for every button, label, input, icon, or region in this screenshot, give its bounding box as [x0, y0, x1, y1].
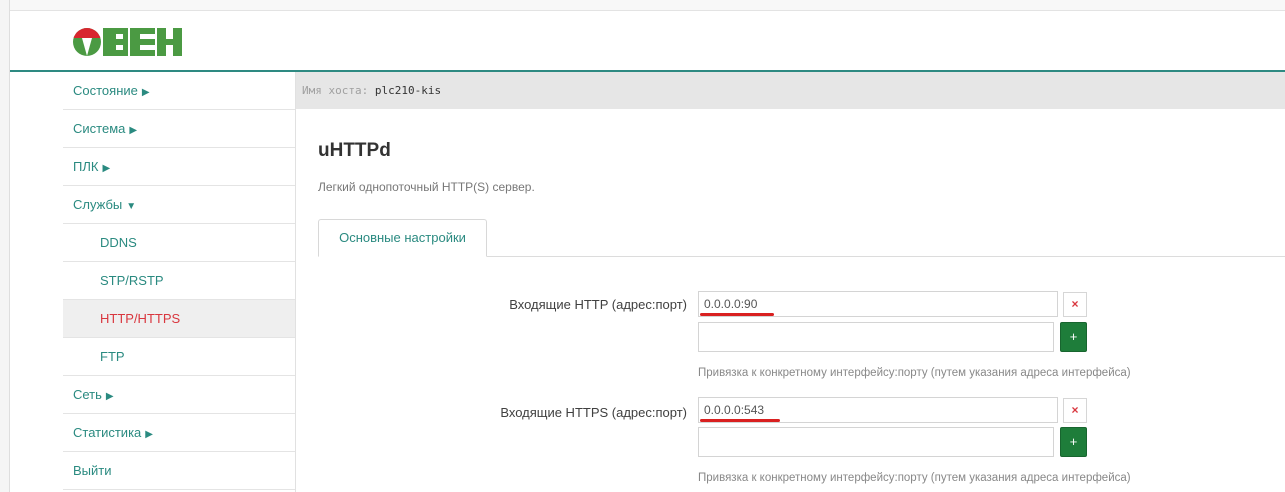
sidebar-item-stp-rstp[interactable]: STP/RSTP: [63, 262, 295, 300]
logo-letter-e: [130, 28, 155, 56]
sidebar-item-status[interactable]: Состояние ▶: [63, 72, 295, 110]
caret-right-icon: ▶: [141, 87, 150, 98]
tab-general-settings[interactable]: Основные настройки: [318, 219, 487, 257]
caret-down-icon: ▼: [126, 201, 137, 212]
page-title: uHTTPd: [318, 140, 391, 161]
caret-right-icon: ▶: [129, 125, 138, 136]
http-hint: Привязка к конкретному интерфейсу:порту …: [698, 367, 1131, 379]
http-listen-label: Входящие HTTP (адрес:порт): [509, 297, 687, 312]
https-value-annotation: [700, 419, 780, 422]
sidebar-item-services[interactable]: Службы ▼: [63, 186, 295, 224]
sidebar-item-plc[interactable]: ПЛК ▶: [63, 148, 295, 186]
sidebar-item-http-https[interactable]: HTTP/HTTPS: [63, 300, 295, 338]
http-add-button[interactable]: +: [1060, 322, 1087, 352]
hostname-label: Имя хоста: plc210-kis: [302, 84, 441, 97]
window-left-edge: [0, 0, 10, 492]
sidebar-item-system[interactable]: Система ▶: [63, 110, 295, 148]
sidebar-item-ddns[interactable]: DDNS: [63, 224, 295, 262]
sidebar-menu: Состояние ▶ Система ▶ ПЛК ▶ Службы ▼ DDNS ST…: [63, 72, 296, 492]
https-add-button[interactable]: +: [1060, 427, 1087, 457]
sidebar-item-label: Статистика: [73, 425, 142, 440]
owen-logo[interactable]: [73, 27, 182, 57]
sidebar-item-statistics[interactable]: Статистика ▶: [63, 414, 295, 452]
hostname-value: plc210-kis: [374, 84, 442, 97]
logo-emblem-icon: [73, 28, 101, 56]
sidebar-item-label: Система: [73, 121, 126, 136]
sidebar-item-label: Сеть: [73, 387, 102, 402]
sidebar-item-logout[interactable]: Выйти: [63, 452, 295, 490]
caret-right-icon: ▶: [102, 163, 111, 174]
logo-letter-b: [103, 28, 128, 56]
header: [10, 11, 1285, 72]
sidebar-item-label: Службы: [73, 197, 123, 212]
caret-right-icon: ▶: [145, 429, 153, 440]
sidebar-item-label: HTTP/HTTPS: [100, 311, 181, 326]
window-top-edge: [0, 0, 1285, 11]
hostname-label-text: Имя хоста:: [302, 84, 369, 97]
sidebar-item-label: FTP: [100, 349, 125, 364]
logo-letter-n: [157, 28, 182, 56]
http-value-annotation: [700, 313, 774, 316]
sidebar-item-label: Выйти: [73, 463, 112, 478]
sidebar-item-network[interactable]: Сеть ▶: [63, 376, 295, 414]
page-description: Легкий однопоточный HTTP(S) сервер.: [318, 180, 535, 194]
sidebar-item-label: STP/RSTP: [100, 273, 164, 288]
sidebar-item-ftp[interactable]: FTP: [63, 338, 295, 376]
sidebar-item-label: Состояние: [73, 83, 138, 98]
http-new-input[interactable]: [698, 322, 1054, 352]
https-new-input[interactable]: [698, 427, 1054, 457]
http-remove-button[interactable]: ×: [1063, 292, 1087, 317]
caret-right-icon: ▶: [105, 391, 114, 402]
sidebar-item-label: DDNS: [100, 235, 137, 250]
hostname-bar: Имя хоста: plc210-kis: [296, 72, 1285, 109]
sidebar-item-label: ПЛК: [73, 159, 99, 174]
https-listen-label: Входящие HTTPS (адрес:порт): [500, 405, 687, 420]
https-hint: Привязка к конкретному интерфейсу:порту …: [698, 472, 1131, 484]
https-remove-button[interactable]: ×: [1063, 398, 1087, 423]
